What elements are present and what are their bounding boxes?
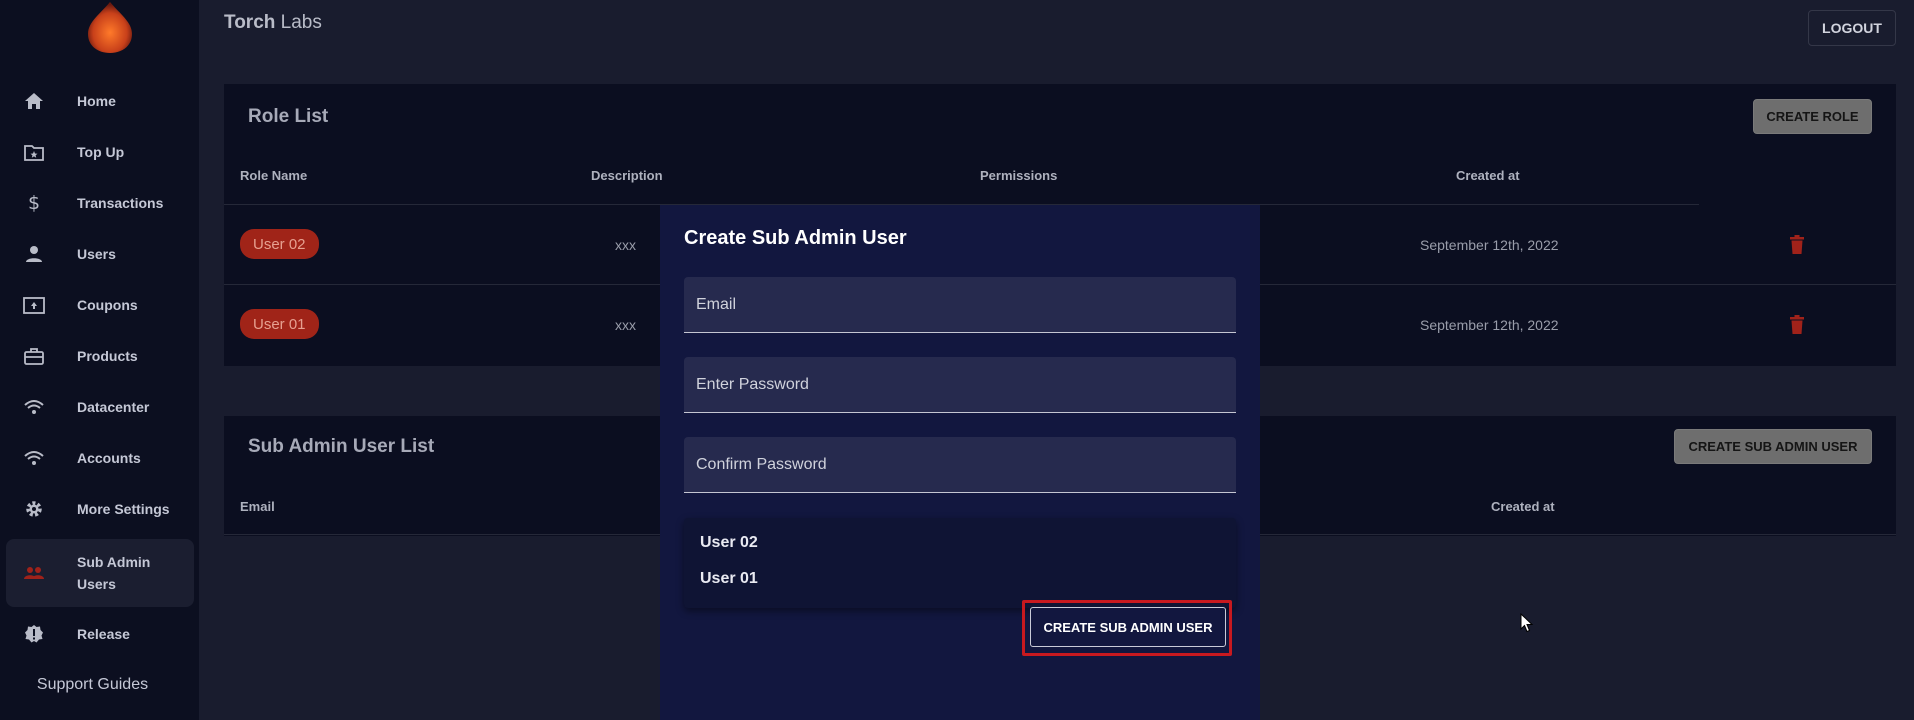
sidebar-item-label: Release	[77, 626, 130, 642]
sidebar-item-more-settings[interactable]: More Settings	[6, 484, 194, 534]
brand-light: Labs	[275, 12, 322, 33]
wifi-icon	[22, 395, 46, 419]
svg-text:$: $	[28, 192, 40, 214]
sidebar-item-home[interactable]: Home	[6, 76, 194, 126]
sidebar-item-transactions[interactable]: $ Transactions	[6, 178, 194, 228]
folder-star-icon	[22, 140, 46, 164]
column-header-created-at: Created at	[1491, 499, 1555, 514]
sidebar-item-label: Products	[77, 348, 138, 364]
role-created-at: September 12th, 2022	[1420, 237, 1559, 253]
role-pill: User 01	[240, 309, 319, 339]
create-sub-admin-user-button[interactable]: CREATE SUB ADMIN USER	[1674, 429, 1872, 464]
create-role-button[interactable]: CREATE ROLE	[1753, 99, 1872, 134]
group-icon	[22, 561, 46, 585]
sidebar-item-sub-admin-users[interactable]: Sub Admin Users	[6, 539, 194, 607]
role-list-title: Role List	[248, 106, 329, 127]
sidebar-item-label: Home	[77, 93, 116, 109]
modal-title: Create Sub Admin User	[684, 227, 907, 249]
sidebar-item-users[interactable]: Users	[6, 229, 194, 279]
sub-admin-list-title: Sub Admin User List	[248, 436, 435, 457]
submit-create-sub-admin-button[interactable]: CREATE SUB ADMIN USER	[1030, 607, 1226, 647]
badge-alert-icon	[22, 622, 46, 646]
password-field	[684, 357, 1236, 413]
brand-bold: Torch	[224, 12, 276, 33]
mouse-cursor-icon	[1520, 613, 1534, 633]
sidebar-item-label: Sub Admin Users	[77, 554, 151, 592]
dollar-icon: $	[22, 191, 46, 215]
create-sub-admin-modal: Create Sub Admin User User 02 User 01 CR…	[660, 205, 1260, 720]
sidebar-item-label: Coupons	[77, 297, 138, 313]
home-icon	[22, 89, 46, 113]
gear-icon	[22, 497, 46, 521]
sidebar-item-label: More Settings	[77, 501, 170, 517]
role-description: xxx	[615, 237, 636, 253]
sidebar-item-label: Datacenter	[77, 399, 150, 415]
sidebar-item-label: Top Up	[77, 144, 125, 160]
password-input[interactable]	[684, 357, 1236, 412]
person-icon	[22, 242, 46, 266]
sidebar-item-accounts[interactable]: Accounts	[6, 433, 194, 483]
sidebar-item-top-up[interactable]: Top Up	[6, 127, 194, 177]
role-dropdown-menu: User 02 User 01	[684, 518, 1236, 608]
column-header-description: Description	[591, 168, 663, 183]
role-option[interactable]: User 01	[700, 570, 758, 588]
sidebar-item-label: Transactions	[77, 195, 164, 211]
briefcase-icon	[22, 344, 46, 368]
confirm-password-field	[684, 437, 1236, 493]
support-guides-link[interactable]: Support Guides	[0, 676, 185, 694]
column-header-role-name: Role Name	[240, 168, 308, 183]
email-field	[684, 277, 1236, 333]
column-header-email: Email	[240, 499, 275, 514]
column-header-created-at: Created at	[1456, 168, 1520, 183]
delete-icon[interactable]	[1789, 315, 1805, 335]
sidebar-item-coupons[interactable]: Coupons	[6, 280, 194, 330]
role-description: xxx	[615, 317, 636, 333]
sidebar: Home Top Up $ Transactions Users Coupons…	[0, 0, 199, 720]
sidebar-item-datacenter[interactable]: Datacenter	[6, 382, 194, 432]
coupon-icon	[22, 293, 46, 317]
role-created-at: September 12th, 2022	[1420, 317, 1559, 333]
torch-logo-icon	[88, 2, 132, 53]
sidebar-item-label: Users	[77, 246, 116, 262]
role-pill: User 02	[240, 229, 319, 259]
sidebar-item-products[interactable]: Products	[6, 331, 194, 381]
email-input[interactable]	[684, 277, 1236, 332]
role-option[interactable]: User 02	[700, 534, 758, 552]
column-header-permissions: Permissions	[980, 168, 1058, 183]
brand-title: Torch Labs	[224, 12, 322, 34]
logout-button[interactable]: LOGOUT	[1808, 10, 1896, 46]
wifi-icon	[22, 446, 46, 470]
sidebar-item-release[interactable]: Release	[6, 609, 194, 659]
delete-icon[interactable]	[1789, 235, 1805, 255]
sidebar-item-label: Accounts	[77, 450, 141, 466]
confirm-password-input[interactable]	[684, 437, 1236, 492]
